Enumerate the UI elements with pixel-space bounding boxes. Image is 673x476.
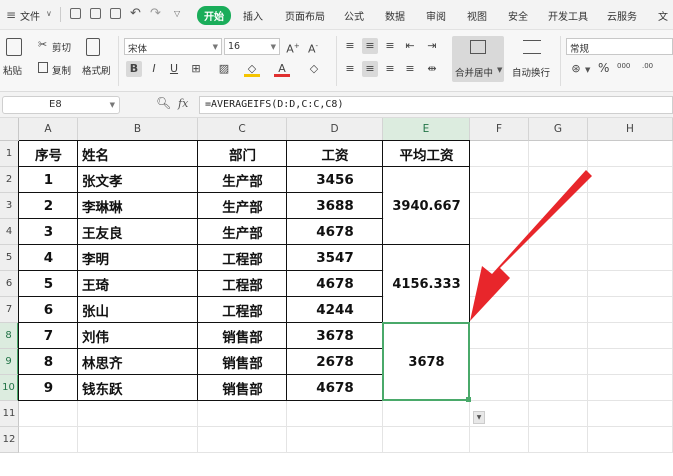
tab-more[interactable]: 文 [658,8,668,23]
chevron-down-icon[interactable]: ▼ [585,66,590,74]
divider [118,36,119,86]
align-center-icon[interactable]: ≡ [362,61,378,77]
undo-icon[interactable]: ↶ [130,6,141,21]
customize-dropdown-icon[interactable]: ▽ [174,9,180,18]
wrap-text-icon[interactable] [523,40,541,54]
divider [560,36,561,86]
cut-button[interactable]: 剪切 [52,40,71,54]
italic-icon[interactable]: I [146,61,162,77]
underline-icon[interactable]: U [166,61,182,77]
fill-color-icon[interactable]: ◇ [244,61,260,77]
font-name-value: 宋体 [128,44,148,55]
align-top-icon[interactable]: ≡ [342,38,358,54]
menu-file[interactable]: 文件 [20,8,40,23]
chevron-down-icon: ▼ [497,66,503,74]
tab-page-layout[interactable]: 页面布局 [285,8,325,23]
font-size-select[interactable]: 16 ▼ [224,38,280,55]
formula-input[interactable]: =AVERAGEIFS(D:D,C:C,C8) [199,96,673,114]
formula-text: =AVERAGEIFS(D:D,C:C,C8) [205,99,344,110]
format-painter-button[interactable]: 格式刷 [82,63,111,77]
tab-insert[interactable]: 插入 [243,8,263,23]
paste-button[interactable]: 粘贴 [3,63,22,77]
tab-data[interactable]: 数据 [385,8,405,23]
distributed-icon[interactable]: ⇹ [424,61,440,77]
number-format-value: 常规 [570,44,590,55]
annotation-arrow [470,170,592,321]
formula-bar: E8 ▼ 🔍︎ fx =AVERAGEIFS(D:D,C:C,C8) [0,92,673,118]
align-bottom-icon[interactable]: ≡ [382,38,398,54]
tab-developer[interactable]: 开发工具 [548,8,588,23]
align-middle-icon[interactable]: ≡ [362,38,378,54]
tab-formulas[interactable]: 公式 [344,8,364,23]
percent-button[interactable]: % [598,61,609,75]
scissors-icon[interactable]: ✂ [38,38,47,51]
borders-icon[interactable]: ⊞ [188,61,204,77]
align-left-icon[interactable]: ≡ [342,61,358,77]
print-preview-icon[interactable] [110,8,121,19]
decrease-indent-icon[interactable]: ⇤ [402,38,418,54]
hamburger-icon[interactable]: ≡ [6,8,16,22]
redo-icon[interactable]: ↷ [150,6,161,21]
increase-indent-icon[interactable]: ⇥ [424,38,440,54]
paste-icon[interactable] [6,38,22,56]
tab-security[interactable]: 安全 [508,8,528,23]
tab-view[interactable]: 视图 [467,8,487,23]
bold-icon[interactable]: B [126,61,142,77]
decimal-button[interactable]: .00 [642,62,653,70]
chevron-down-icon: ▼ [212,43,218,51]
chevron-down-icon[interactable]: ∨ [46,9,52,18]
thousands-button[interactable]: 000 [617,62,630,70]
print-icon[interactable] [90,8,101,19]
ribbon: 粘贴 ✂ 剪切 复制 格式刷 宋体 ▼ 16 ▼ A+ A- B I U ⊞ ▨ ◇… [0,30,673,92]
tab-review[interactable]: 审阅 [426,8,446,23]
currency-icon[interactable]: ⊛ [568,61,584,77]
justify-icon[interactable]: ≡ [402,61,418,77]
merge-cells-icon [470,40,486,54]
zoom-icon[interactable]: 🔍︎ [156,96,171,110]
copy-icon[interactable] [38,62,48,73]
save-icon[interactable] [70,8,81,19]
font-size-value: 16 [228,41,241,52]
font-name-select[interactable]: 宋体 ▼ [124,38,222,55]
decrease-font-icon[interactable]: A- [305,38,321,56]
chevron-down-icon: ▼ [109,101,115,109]
number-format-select[interactable]: 常规 [566,38,673,55]
font-color-icon[interactable]: A [274,61,290,77]
tab-cloud[interactable]: 云服务 [607,8,637,23]
chevron-down-icon: ▼ [270,43,276,51]
function-icon[interactable]: fx [178,97,188,110]
menu-bar: ≡ 文件 ∨ ↶ ↷ ▽ 开始 插入 页面布局 公式 数据 审阅 视图 安全 开… [0,0,673,30]
name-box[interactable]: E8 ▼ [2,96,120,114]
format-painter-icon[interactable] [86,38,100,56]
divider [60,7,61,22]
increase-font-icon[interactable]: A+ [285,38,301,56]
clear-format-icon[interactable]: ◇ [306,61,322,77]
arrow-shape [470,170,592,321]
align-right-icon[interactable]: ≡ [382,61,398,77]
spreadsheet-grid[interactable]: A B C D E F G H 1 2 3 4 5 6 7 8 9 10 11 12 序号 姓名 部门 工资 平均工资 1 张文孝生… [0,118,673,476]
wrap-text-button[interactable]: 自动换行 [512,65,550,79]
divider [336,36,337,86]
tab-home[interactable]: 开始 [197,6,231,25]
name-box-value: E8 [49,99,62,110]
fill-style-icon[interactable]: ▨ [216,61,232,77]
copy-button[interactable]: 复制 [52,63,71,77]
merge-center-label: 合并居中 [455,68,494,79]
